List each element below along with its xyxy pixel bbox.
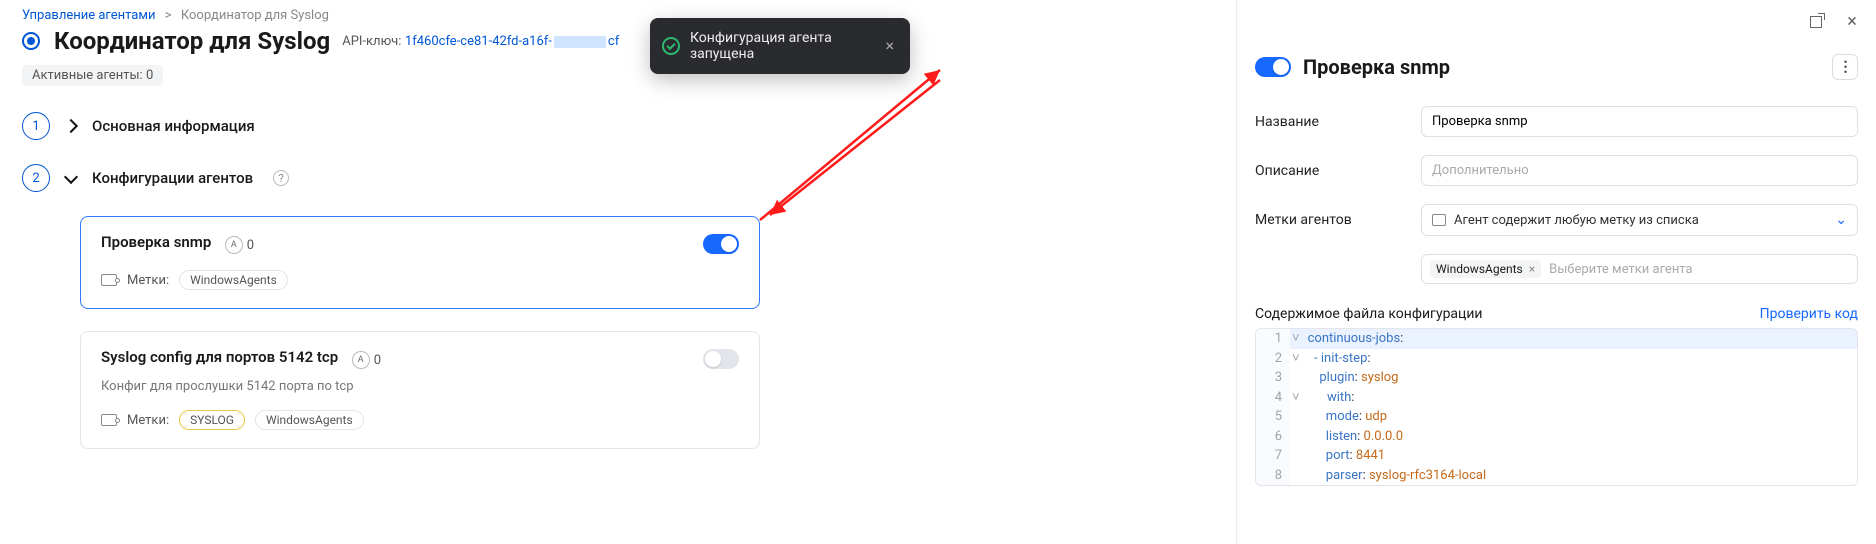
agent-icon [352,351,370,369]
selected-tag-chip[interactable]: WindowsAgents × [1430,260,1541,278]
description-input[interactable] [1421,155,1858,186]
tag-mode-icon [1432,214,1446,226]
tag-icon [101,414,117,426]
config-description: Конфиг для прослушки 5142 порта по tcp [101,379,739,394]
toast-success: Конфигурация агента запущена × [650,18,910,74]
chevron-down-icon: ⌄ [1835,212,1847,228]
section-1-title: Основная информация [92,117,255,135]
tag-multiselect[interactable]: WindowsAgents × Выберите метки агента [1421,254,1858,284]
chevron-right-icon [64,119,78,133]
section-basic-info[interactable]: 1 Основная информация [22,112,888,140]
api-key-value[interactable]: 1f460cfe-ce81-42fd-a16f-cf [405,34,619,49]
check-circle-icon [662,37,680,55]
step-2-circle: 2 [22,164,50,192]
tag-icon [101,274,117,286]
config-agents-count: 0 [225,236,254,254]
toast-text: Конфигурация агента запущена [690,30,865,62]
tag-chip[interactable]: WindowsAgents [179,270,288,290]
maximize-icon [1810,16,1822,28]
config-agents-count: 0 [352,351,381,369]
panel-enable-toggle[interactable] [1255,57,1291,77]
label-name: Название [1255,114,1405,130]
active-agents-badge: Активные агенты: 0 [22,65,163,86]
name-input[interactable] [1421,106,1858,137]
breadcrumb-current: Координатор для Syslog [181,8,329,23]
step-1-circle: 1 [22,112,50,140]
section-agent-configs[interactable]: 2 Конфигурации агентов ? [22,164,888,192]
api-key-masked [554,36,606,48]
api-key-label: API-ключ: [342,34,401,49]
status-bullet-icon [22,32,40,50]
config-file-label: Содержимое файла конфигурации [1255,306,1483,322]
config-name: Проверка snmp [101,233,211,251]
agent-icon [225,236,243,254]
close-panel-button[interactable]: × [1842,12,1862,32]
tag-placeholder: Выберите метки агента [1549,262,1692,277]
config-name: Syslog config для портов 5142 tcp [101,348,338,366]
verify-code-button[interactable]: Проверить код [1760,306,1858,322]
label-description: Описание [1255,163,1405,179]
tag-chip[interactable]: WindowsAgents [255,410,364,430]
tag-chip[interactable]: SYSLOG [179,410,245,430]
breadcrumb-root[interactable]: Управление агентами [22,8,156,23]
section-2-title: Конфигурации агентов [92,169,253,187]
tag-mode-text: Агент содержит любую метку из списка [1454,213,1699,228]
toast-close-button[interactable]: × [885,38,894,54]
tags-label: Метки: [127,413,169,428]
panel-menu-button[interactable]: ⋮ [1832,54,1858,80]
tag-mode-select[interactable]: Агент содержит любую метку из списка ⌄ [1421,204,1858,236]
maximize-button[interactable] [1806,12,1826,32]
panel-title: Проверка snmp [1303,55,1450,79]
remove-tag-button[interactable]: × [1529,262,1535,276]
label-agent-tags: Метки агентов [1255,212,1405,228]
tags-label: Метки: [127,273,169,288]
breadcrumb-sep: > [159,8,178,23]
page-title: Координатор для Syslog [54,27,330,55]
config-toggle[interactable] [703,234,739,254]
config-card-syslog-5142[interactable]: Syslog config для портов 5142 tcp 0 Конф… [80,331,760,449]
config-toggle[interactable] [703,349,739,369]
config-card-snmp[interactable]: Проверка snmp 0 Метки: WindowsAgents [80,216,760,309]
code-editor[interactable]: 1˅continuous-jobs: 2˅ - init-step: 3 plu… [1255,328,1858,486]
help-icon[interactable]: ? [273,170,289,186]
chevron-down-icon [64,169,78,183]
